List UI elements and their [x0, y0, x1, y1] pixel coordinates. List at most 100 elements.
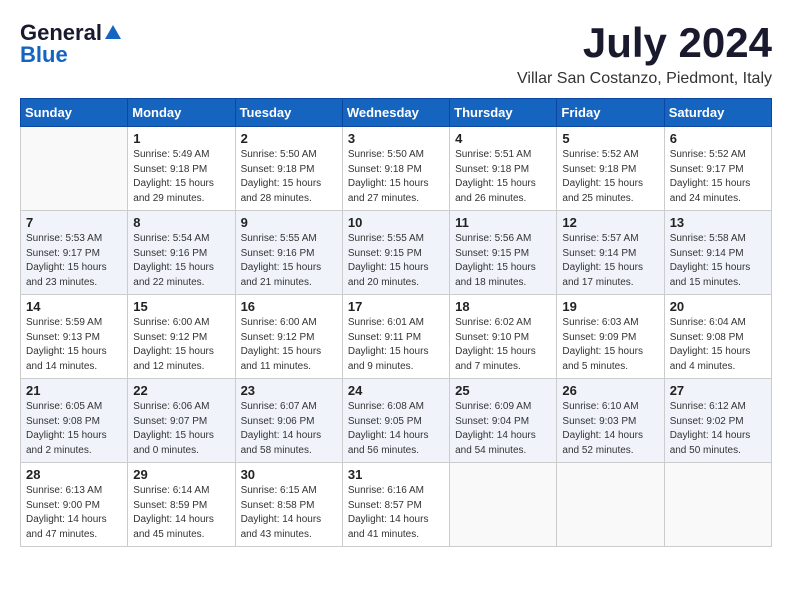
calendar-day-cell: 6 Sunrise: 5:52 AM Sunset: 9:17 PM Daylig… [664, 127, 771, 211]
calendar-day-cell: 27 Sunrise: 6:12 AM Sunset: 9:02 PM Dayli… [664, 379, 771, 463]
month-year-title: July 2024 [517, 20, 772, 66]
day-info: Sunrise: 6:00 AM Sunset: 9:12 PM Dayligh… [241, 316, 337, 374]
calendar-day-cell: 23 Sunrise: 6:07 AM Sunset: 9:06 PM Dayli… [235, 379, 342, 463]
day-number: 10 [348, 215, 444, 230]
calendar-day-cell [557, 463, 664, 547]
day-number: 19 [562, 299, 658, 314]
day-number: 4 [455, 131, 551, 146]
day-number: 12 [562, 215, 658, 230]
calendar-day-cell: 7 Sunrise: 5:53 AM Sunset: 9:17 PM Daylig… [21, 211, 128, 295]
day-number: 31 [348, 467, 444, 482]
day-info: Sunrise: 6:12 AM Sunset: 9:02 PM Dayligh… [670, 400, 766, 458]
calendar-day-cell: 25 Sunrise: 6:09 AM Sunset: 9:04 PM Dayli… [450, 379, 557, 463]
weekday-header-wednesday: Wednesday [342, 99, 449, 127]
calendar-day-cell: 8Sunrise: 5:54 AM Sunset: 9:16 PM Daylig… [128, 211, 235, 295]
day-number: 29 [133, 467, 229, 482]
calendar-day-cell: 1 Sunrise: 5:49 AM Sunset: 9:18 PM Daylig… [128, 127, 235, 211]
calendar-week-row: 28 Sunrise: 6:13 AM Sunset: 9:00 PM Dayli… [21, 463, 772, 547]
day-info: Sunrise: 6:03 AM Sunset: 9:09 PM Dayligh… [562, 316, 658, 374]
calendar-day-cell: 3 Sunrise: 5:50 AM Sunset: 9:18 PM Daylig… [342, 127, 449, 211]
day-info: Sunrise: 6:04 AM Sunset: 9:08 PM Dayligh… [670, 316, 766, 374]
day-info: Sunrise: 5:52 AM Sunset: 9:18 PM Dayligh… [562, 148, 658, 206]
day-info: Sunrise: 6:13 AM Sunset: 9:00 PM Dayligh… [26, 484, 122, 542]
day-info: Sunrise: 6:02 AM Sunset: 9:10 PM Dayligh… [455, 316, 551, 374]
day-number: 2 [241, 131, 337, 146]
day-number: 23 [241, 383, 337, 398]
calendar-day-cell: 28 Sunrise: 6:13 AM Sunset: 9:00 PM Dayli… [21, 463, 128, 547]
weekday-header-friday: Friday [557, 99, 664, 127]
day-number: 30 [241, 467, 337, 482]
day-info: Sunrise: 6:09 AM Sunset: 9:04 PM Dayligh… [455, 400, 551, 458]
day-number: 15 [133, 299, 229, 314]
day-info: Sunrise: 5:50 AM Sunset: 9:18 PM Dayligh… [241, 148, 337, 206]
day-number: 28 [26, 467, 122, 482]
calendar-day-cell: 26 Sunrise: 6:10 AM Sunset: 9:03 PM Dayli… [557, 379, 664, 463]
day-number: 24 [348, 383, 444, 398]
calendar-table: SundayMondayTuesdayWednesdayThursdayFrid… [20, 98, 772, 547]
day-number: 16 [241, 299, 337, 314]
day-number: 6 [670, 131, 766, 146]
day-number: 20 [670, 299, 766, 314]
day-number: 27 [670, 383, 766, 398]
day-info: Sunrise: 6:07 AM Sunset: 9:06 PM Dayligh… [241, 400, 337, 458]
day-number: 11 [455, 215, 551, 230]
day-number: 14 [26, 299, 122, 314]
calendar-week-row: 1 Sunrise: 5:49 AM Sunset: 9:18 PM Daylig… [21, 127, 772, 211]
day-info: Sunrise: 5:50 AM Sunset: 9:18 PM Dayligh… [348, 148, 444, 206]
weekday-header-tuesday: Tuesday [235, 99, 342, 127]
calendar-day-cell: 30 Sunrise: 6:15 AM Sunset: 8:58 PM Dayli… [235, 463, 342, 547]
calendar-day-cell: 11 Sunrise: 5:56 AM Sunset: 9:15 PM Dayli… [450, 211, 557, 295]
day-number: 13 [670, 215, 766, 230]
calendar-day-cell: 17Sunrise: 6:01 AM Sunset: 9:11 PM Dayli… [342, 295, 449, 379]
day-number: 18 [455, 299, 551, 314]
day-number: 21 [26, 383, 122, 398]
day-info: Sunrise: 5:55 AM Sunset: 9:15 PM Dayligh… [348, 232, 444, 290]
calendar-day-cell [664, 463, 771, 547]
calendar-day-cell [450, 463, 557, 547]
day-info: Sunrise: 5:49 AM Sunset: 9:18 PM Dayligh… [133, 148, 229, 206]
day-number: 1 [133, 131, 229, 146]
calendar-day-cell: 15 Sunrise: 6:00 AM Sunset: 9:12 PM Dayli… [128, 295, 235, 379]
day-info: Sunrise: 6:15 AM Sunset: 8:58 PM Dayligh… [241, 484, 337, 542]
weekday-header-monday: Monday [128, 99, 235, 127]
day-info: Sunrise: 5:56 AM Sunset: 9:15 PM Dayligh… [455, 232, 551, 290]
day-number: 17 [348, 299, 444, 314]
calendar-day-cell: 18 Sunrise: 6:02 AM Sunset: 9:10 PM Dayli… [450, 295, 557, 379]
weekday-header-row: SundayMondayTuesdayWednesdayThursdayFrid… [21, 99, 772, 127]
calendar-day-cell: 4 Sunrise: 5:51 AM Sunset: 9:18 PM Daylig… [450, 127, 557, 211]
day-info: Sunrise: 6:10 AM Sunset: 9:03 PM Dayligh… [562, 400, 658, 458]
calendar-day-cell: 2 Sunrise: 5:50 AM Sunset: 9:18 PM Daylig… [235, 127, 342, 211]
calendar-day-cell: 5Sunrise: 5:52 AM Sunset: 9:18 PM Daylig… [557, 127, 664, 211]
day-info: Sunrise: 6:00 AM Sunset: 9:12 PM Dayligh… [133, 316, 229, 374]
location-subtitle: Villar San Costanzo, Piedmont, Italy [517, 70, 772, 88]
day-number: 7 [26, 215, 122, 230]
day-info: Sunrise: 5:53 AM Sunset: 9:17 PM Dayligh… [26, 232, 122, 290]
calendar-day-cell: 10 Sunrise: 5:55 AM Sunset: 9:15 PM Dayli… [342, 211, 449, 295]
calendar-day-cell: 22 Sunrise: 6:06 AM Sunset: 9:07 PM Dayli… [128, 379, 235, 463]
calendar-week-row: 7 Sunrise: 5:53 AM Sunset: 9:17 PM Daylig… [21, 211, 772, 295]
day-number: 3 [348, 131, 444, 146]
calendar-day-cell: 20 Sunrise: 6:04 AM Sunset: 9:08 PM Dayli… [664, 295, 771, 379]
day-number: 25 [455, 383, 551, 398]
calendar-day-cell: 16 Sunrise: 6:00 AM Sunset: 9:12 PM Dayli… [235, 295, 342, 379]
day-info: Sunrise: 6:08 AM Sunset: 9:05 PM Dayligh… [348, 400, 444, 458]
day-info: Sunrise: 5:58 AM Sunset: 9:14 PM Dayligh… [670, 232, 766, 290]
calendar-day-cell: 13 Sunrise: 5:58 AM Sunset: 9:14 PM Dayli… [664, 211, 771, 295]
day-number: 22 [133, 383, 229, 398]
day-number: 26 [562, 383, 658, 398]
weekday-header-sunday: Sunday [21, 99, 128, 127]
day-number: 8 [133, 215, 229, 230]
calendar-day-cell: 14Sunrise: 5:59 AM Sunset: 9:13 PM Dayli… [21, 295, 128, 379]
day-number: 9 [241, 215, 337, 230]
logo-icon [105, 25, 121, 39]
day-info: Sunrise: 6:06 AM Sunset: 9:07 PM Dayligh… [133, 400, 229, 458]
page-header: General Blue July 2024 Villar San Costan… [20, 20, 772, 88]
day-info: Sunrise: 6:14 AM Sunset: 8:59 PM Dayligh… [133, 484, 229, 542]
day-info: Sunrise: 6:05 AM Sunset: 9:08 PM Dayligh… [26, 400, 122, 458]
day-info: Sunrise: 5:52 AM Sunset: 9:17 PM Dayligh… [670, 148, 766, 206]
calendar-week-row: 21 Sunrise: 6:05 AM Sunset: 9:08 PM Dayli… [21, 379, 772, 463]
weekday-header-saturday: Saturday [664, 99, 771, 127]
day-info: Sunrise: 5:55 AM Sunset: 9:16 PM Dayligh… [241, 232, 337, 290]
day-info: Sunrise: 5:51 AM Sunset: 9:18 PM Dayligh… [455, 148, 551, 206]
day-info: Sunrise: 6:16 AM Sunset: 8:57 PM Dayligh… [348, 484, 444, 542]
